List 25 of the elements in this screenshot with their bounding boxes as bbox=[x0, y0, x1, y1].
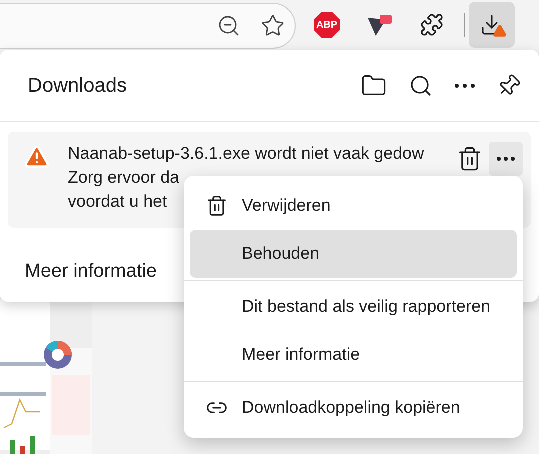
warning-message: Naanab-setup-3.6.1.exe wordt niet vaak gedow bbox=[68, 143, 424, 165]
menu-item[interactable]: Verwijderen bbox=[190, 182, 517, 230]
more-button[interactable] bbox=[489, 142, 523, 176]
delete-icon[interactable] bbox=[457, 146, 483, 172]
warning-message: voordat u het bbox=[68, 191, 168, 213]
folder-icon[interactable] bbox=[361, 72, 387, 98]
puzzle-icon[interactable] bbox=[420, 13, 444, 37]
star-icon[interactable] bbox=[261, 14, 285, 38]
more-info-link[interactable]: Meer informatie bbox=[25, 258, 157, 286]
menu-item[interactable]: Dit bestand als veilig rapporteren bbox=[190, 283, 517, 331]
panel-title: Downloads bbox=[28, 74, 127, 98]
trash-icon bbox=[206, 195, 228, 217]
more-icon bbox=[497, 157, 515, 161]
adblock-icon[interactable]: ABP bbox=[314, 12, 340, 38]
warning-icon bbox=[493, 24, 507, 38]
search-icon[interactable] bbox=[409, 74, 433, 98]
menu-item[interactable]: Meer informatie bbox=[190, 331, 517, 379]
warning-message: Zorg ervoor da bbox=[68, 167, 180, 189]
extension-icon[interactable] bbox=[366, 12, 394, 38]
downloads-button[interactable] bbox=[469, 2, 515, 48]
warning-icon bbox=[24, 144, 50, 170]
more-icon[interactable] bbox=[455, 84, 475, 88]
menu-item[interactable]: Behouden bbox=[190, 230, 517, 278]
menu-item[interactable]: Downloadkoppeling kopiëren bbox=[190, 384, 517, 432]
zoom-out-icon[interactable] bbox=[217, 14, 241, 38]
